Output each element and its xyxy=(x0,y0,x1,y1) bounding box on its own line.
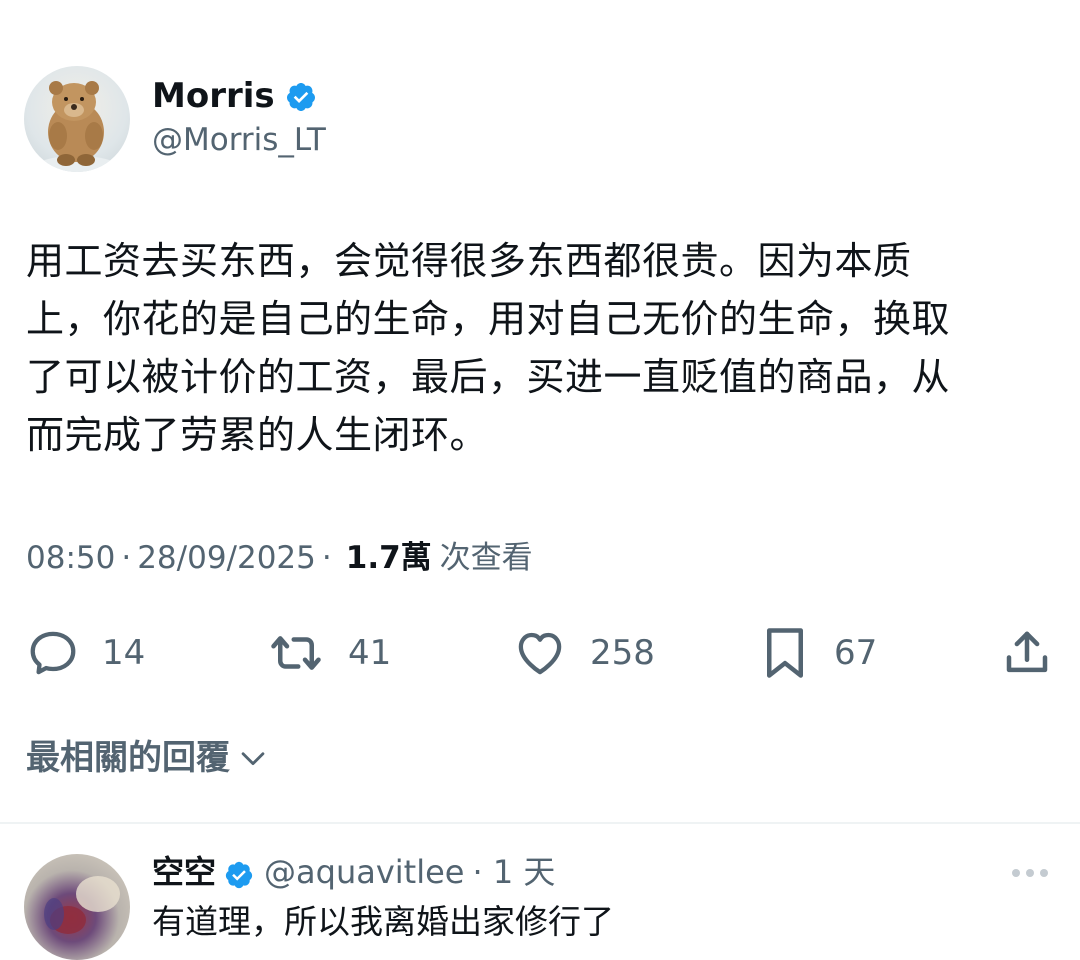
meta-separator-2: · xyxy=(321,540,332,576)
views-count: 1.7萬 xyxy=(345,540,432,576)
reply-avatar-image xyxy=(44,876,120,934)
action-bar: 14 41 258 67 xyxy=(0,618,1080,688)
author-avatar[interactable] xyxy=(24,66,130,172)
bear-avatar-icon xyxy=(37,81,117,172)
meta-separator: · xyxy=(121,540,132,576)
like-button[interactable]: 258 xyxy=(512,618,655,688)
reply-count: 14 xyxy=(102,633,146,673)
share-icon xyxy=(1006,631,1048,673)
like-count: 258 xyxy=(590,633,655,673)
author-name-row[interactable]: Morris xyxy=(152,74,317,118)
share-button[interactable] xyxy=(1000,618,1054,688)
reply-button[interactable]: 14 xyxy=(26,618,145,688)
repost-icon xyxy=(271,636,321,670)
chevron-down-icon xyxy=(241,752,265,766)
more-options-icon[interactable] xyxy=(1010,864,1050,883)
reply-verified-badge-icon xyxy=(224,857,254,889)
reply-header: 空空 @aquavitlee · 1 天 xyxy=(152,850,555,894)
reply-avatar[interactable] xyxy=(24,854,130,960)
reply-author-name[interactable]: 空空 xyxy=(152,850,216,894)
repost-button[interactable]: 41 xyxy=(266,618,391,688)
reply-sort-label: 最相關的回覆 xyxy=(26,738,230,778)
bookmark-button[interactable]: 67 xyxy=(758,618,877,688)
tweet-date[interactable]: 28/09/2025 xyxy=(137,536,316,580)
author-name[interactable]: Morris xyxy=(152,74,275,118)
heart-icon xyxy=(518,632,562,675)
bookmark-icon xyxy=(767,628,803,678)
reply-item[interactable]: 空空 @aquavitlee · 1 天 有道理，所以我离婚出家修行了 xyxy=(0,824,1080,960)
author-handle[interactable]: @Morris_LT xyxy=(152,120,326,160)
tweet-text: 用工资去买东西，会觉得很多东西都很贵。因为本质 上，你花的是自己的生命，用对自己… xyxy=(26,239,951,457)
repost-count: 41 xyxy=(348,633,392,673)
views-label: 次查看 xyxy=(439,540,533,576)
reply-time: · 1 天 xyxy=(472,853,556,891)
reply-icon xyxy=(30,631,76,675)
tweet-time[interactable]: 08:50 xyxy=(26,536,115,580)
reply-text: 有道理，所以我离婚出家修行了 xyxy=(152,902,614,941)
reply-sort-dropdown[interactable]: 最相關的回覆 xyxy=(26,734,270,782)
reply-author-handle[interactable]: @aquavitlee xyxy=(264,850,464,894)
tweet: Morris @Morris_LT 用工资去买东西，会觉得很多东西都很贵。因为本… xyxy=(0,0,1080,820)
tweet-meta: 08:50 · 28/09/2025 · 1.7萬 次查看 xyxy=(26,536,533,580)
bookmark-count: 67 xyxy=(834,633,878,673)
verified-badge-icon xyxy=(285,80,317,112)
